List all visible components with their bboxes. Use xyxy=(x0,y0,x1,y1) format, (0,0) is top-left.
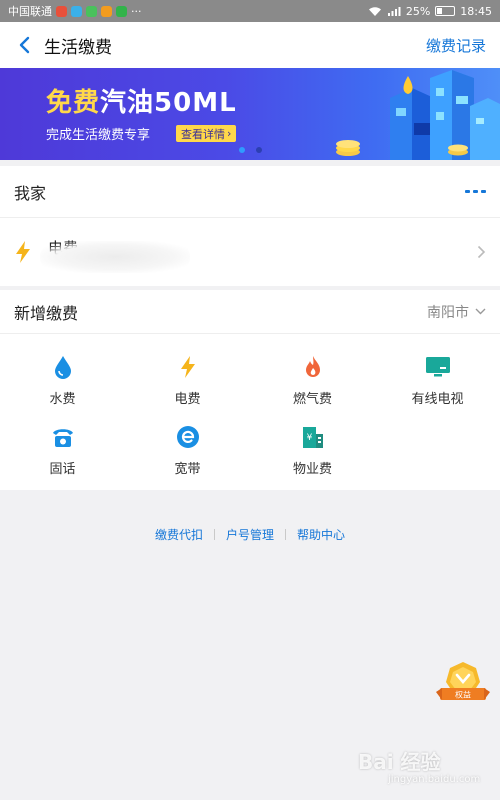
my-home-card: 我家 电费 xyxy=(0,166,500,286)
back-arrow-icon[interactable] xyxy=(14,35,34,55)
telephone-icon xyxy=(50,424,76,450)
city-illustration xyxy=(336,70,500,160)
battery-icon xyxy=(435,6,456,16)
badge-label: 权益 xyxy=(455,690,471,700)
payment-type-grid: 水费 电费 燃气费 有线电视 固话 宽带 ¥ 物业费 xyxy=(0,334,500,500)
my-home-header: 我家 xyxy=(0,166,500,218)
help-center-link[interactable]: 帮助中心 xyxy=(297,526,345,543)
payment-type-label: 有线电视 xyxy=(411,392,464,407)
payment-type-broadband[interactable]: 宽带 xyxy=(125,420,250,490)
watermark-url: jingyan.baidu.com xyxy=(388,774,481,785)
battery-percent: 25% xyxy=(405,4,431,18)
new-payment-title: 新增缴费 xyxy=(14,303,79,323)
clock: 18:45 xyxy=(460,4,492,18)
payment-type-label: 宽带 xyxy=(174,462,201,477)
broadband-icon xyxy=(175,424,201,450)
new-payment-card: 新增缴费 南阳市 水费 电费 燃气费 有线电视 固话 宽带 ¥ 物业费 xyxy=(0,290,500,490)
notification-app-icon xyxy=(56,5,67,17)
property-icon: ¥ xyxy=(300,424,326,450)
divider xyxy=(213,529,215,540)
payment-type-water[interactable]: 水费 xyxy=(0,350,125,420)
banner-title-rest: 汽油50ML xyxy=(100,88,237,118)
water-drop-icon xyxy=(50,354,76,380)
notification-app-icon xyxy=(71,5,82,17)
account-management-link[interactable]: 户号管理 xyxy=(226,526,274,543)
banner-subtitle: 完成生活缴费专享 xyxy=(46,128,151,143)
payment-type-electricity[interactable]: 电费 xyxy=(125,350,250,420)
chevron-right-icon xyxy=(477,245,486,259)
tv-icon xyxy=(425,354,451,380)
payment-type-gas[interactable]: 燃气费 xyxy=(250,350,375,420)
promo-banner[interactable]: 免费汽油50ML 完成生活缴费专享 查看详情 › xyxy=(0,68,500,160)
my-home-title: 我家 xyxy=(14,183,47,203)
new-payment-header: 新增缴费 南阳市 xyxy=(0,290,500,334)
view-details-label: 查看详情 xyxy=(181,127,225,141)
carrier-label: 中国联通 xyxy=(8,5,52,18)
svg-text:¥: ¥ xyxy=(306,433,312,443)
payment-records-link[interactable]: 缴费记录 xyxy=(426,35,486,56)
lightning-icon xyxy=(175,354,201,380)
status-bar: 中国联通 ··· 25% 18:45 xyxy=(0,0,500,22)
nav-bar: 生活缴费 缴费记录 xyxy=(0,22,500,68)
payment-type-label: 燃气费 xyxy=(292,392,332,407)
chevron-right-icon: › xyxy=(227,127,232,140)
notification-app-icon xyxy=(101,5,112,17)
more-options-icon[interactable] xyxy=(465,190,486,193)
wifi-icon xyxy=(368,6,381,16)
signal-icon xyxy=(387,6,401,16)
payment-type-label: 水费 xyxy=(49,392,76,407)
payment-type-label: 电费 xyxy=(174,392,201,407)
page-title: 生活缴费 xyxy=(44,37,112,58)
flame-icon xyxy=(300,354,326,380)
auto-debit-link[interactable]: 缴费代扣 xyxy=(155,526,203,543)
electricity-bill-row[interactable]: 电费 xyxy=(0,218,500,286)
baidu-jingyan-watermark: Bai 经验 xyxy=(358,750,441,774)
benefits-badge-icon[interactable]: 权益 xyxy=(436,660,490,704)
carousel-dot[interactable] xyxy=(256,147,262,153)
carousel-dot-active[interactable] xyxy=(239,147,245,153)
chevron-down-icon xyxy=(475,308,486,315)
banner-title-highlight: 免费 xyxy=(46,88,101,118)
notification-app-icon xyxy=(86,5,97,17)
divider xyxy=(285,529,286,540)
city-selector[interactable]: 南阳市 xyxy=(427,302,486,322)
payment-type-label: 物业费 xyxy=(292,462,332,477)
payment-type-property[interactable]: ¥ 物业费 xyxy=(250,420,375,490)
view-details-button[interactable]: 查看详情 › xyxy=(176,125,237,142)
banner-title: 免费汽油50ML xyxy=(46,82,237,119)
payment-type-label: 固话 xyxy=(49,462,76,477)
lightning-icon xyxy=(16,241,30,263)
payment-type-cable-tv[interactable]: 有线电视 xyxy=(375,350,500,420)
payment-type-landline[interactable]: 固话 xyxy=(0,420,125,490)
more-notifications-icon: ··· xyxy=(131,4,142,18)
redacted-account-number xyxy=(40,241,190,273)
city-label: 南阳市 xyxy=(427,304,469,321)
notification-app-icon xyxy=(116,5,127,17)
footer-links: 缴费代扣 户号管理 帮助中心 xyxy=(0,526,500,543)
